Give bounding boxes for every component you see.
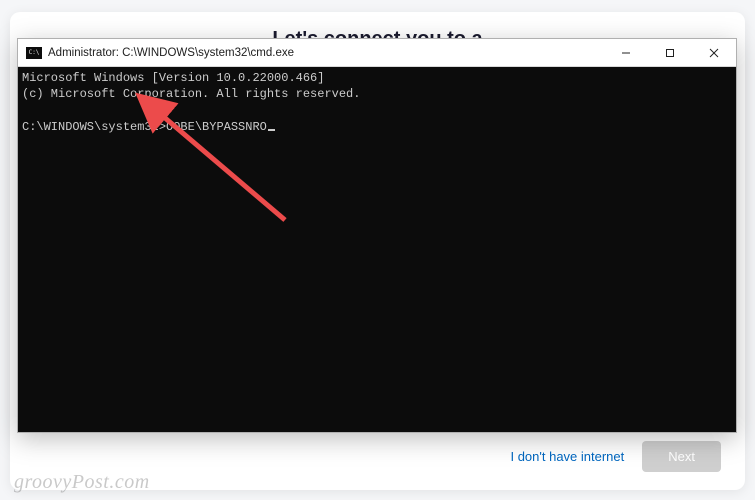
maximize-button[interactable]	[648, 39, 692, 66]
terminal-line-version: Microsoft Windows [Version 10.0.22000.46…	[22, 71, 324, 85]
watermark: groovyPost.com	[14, 471, 150, 494]
window-controls	[604, 39, 736, 66]
close-button[interactable]	[692, 39, 736, 66]
terminal-prompt: C:\WINDOWS\system32>	[22, 120, 166, 134]
terminal-cursor	[268, 129, 275, 131]
minimize-icon	[621, 48, 631, 58]
oobe-bottom-bar: I don't have internet Next	[510, 441, 721, 472]
no-internet-link[interactable]: I don't have internet	[510, 449, 624, 464]
next-button[interactable]: Next	[642, 441, 721, 472]
close-icon	[709, 48, 719, 58]
maximize-icon	[665, 48, 675, 58]
terminal-line-copyright: (c) Microsoft Corporation. All rights re…	[22, 87, 360, 101]
terminal-command: OOBE\BYPASSNRO	[166, 120, 267, 134]
window-titlebar[interactable]: Administrator: C:\WINDOWS\system32\cmd.e…	[18, 39, 736, 67]
window-title: Administrator: C:\WINDOWS\system32\cmd.e…	[48, 47, 604, 59]
cmd-icon	[26, 47, 42, 59]
terminal-body[interactable]: Microsoft Windows [Version 10.0.22000.46…	[18, 67, 736, 432]
cmd-window: Administrator: C:\WINDOWS\system32\cmd.e…	[17, 38, 737, 433]
minimize-button[interactable]	[604, 39, 648, 66]
